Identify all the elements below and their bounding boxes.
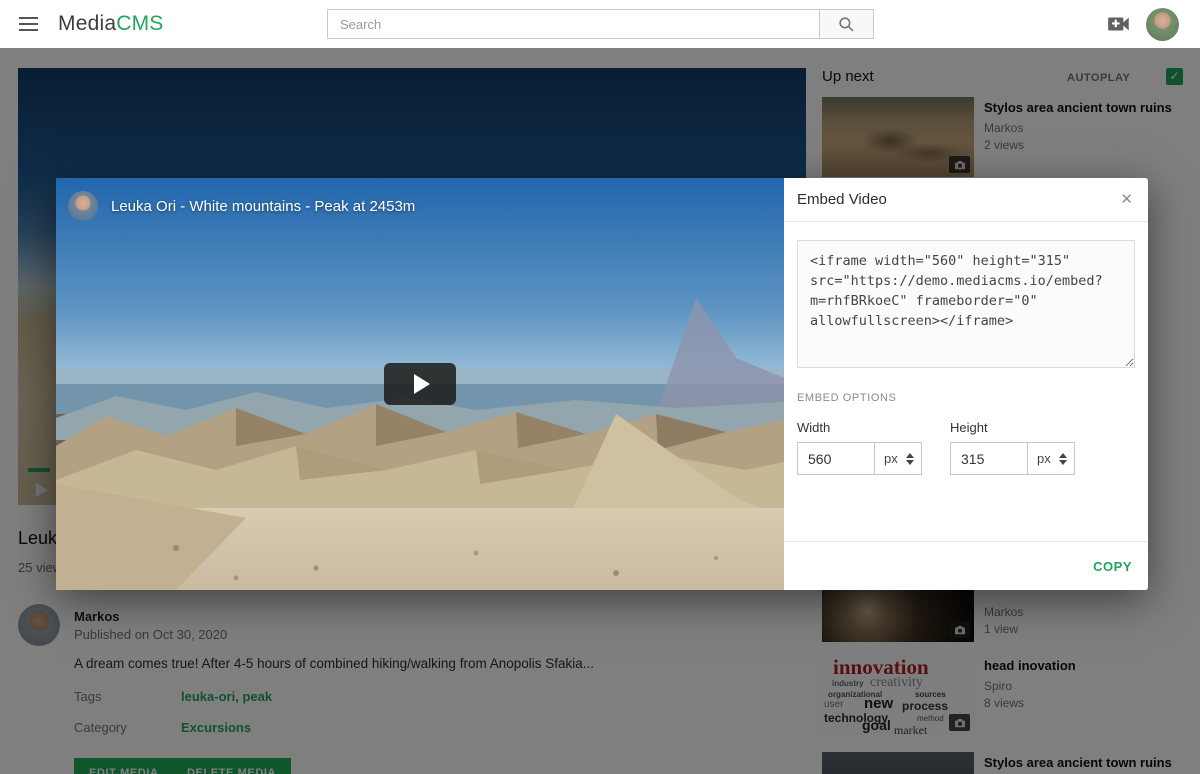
height-label: Height xyxy=(950,420,1075,435)
logo-text-cms: CMS xyxy=(116,12,163,35)
search-icon xyxy=(837,15,856,34)
height-unit-select[interactable]: px xyxy=(1027,442,1075,475)
embed-code-textarea[interactable]: <iframe width="560" height="315" src="ht… xyxy=(797,240,1135,368)
modal-footer: COPY xyxy=(784,541,1148,590)
close-icon[interactable]: ✕ xyxy=(1120,192,1133,207)
embed-options-label: EMBED OPTIONS xyxy=(797,392,1135,404)
play-icon xyxy=(414,374,430,394)
embed-video-preview[interactable]: Leuka Ori - White mountains - Peak at 24… xyxy=(56,178,784,590)
modal-body: <iframe width="560" height="315" src="ht… xyxy=(784,222,1148,541)
width-group: Width px xyxy=(797,420,922,475)
user-avatar[interactable] xyxy=(1146,8,1179,41)
unit-value: px xyxy=(884,451,898,466)
embed-video-modal: Embed Video ✕ <iframe width="560" height… xyxy=(784,178,1148,590)
height-group: Height px xyxy=(950,420,1075,475)
hamburger-menu-icon[interactable] xyxy=(19,17,38,31)
modal-title: Embed Video xyxy=(797,191,887,208)
embed-popup: Leuka Ori - White mountains - Peak at 24… xyxy=(56,178,1148,590)
width-label: Width xyxy=(797,420,922,435)
height-input[interactable] xyxy=(950,442,1028,475)
video-add-icon xyxy=(1106,13,1132,35)
logo-text-media: Media xyxy=(58,12,116,35)
stepper-arrows-icon[interactable] xyxy=(1059,453,1067,465)
stepper-arrows-icon[interactable] xyxy=(906,453,914,465)
search-bar xyxy=(327,9,874,39)
play-button[interactable] xyxy=(384,363,456,405)
dimension-controls: Width px Height px xyxy=(797,420,1135,475)
preview-video-title[interactable]: Leuka Ori - White mountains - Peak at 24… xyxy=(111,198,415,215)
copy-button[interactable]: COPY xyxy=(1093,559,1132,574)
upload-media-button[interactable] xyxy=(1106,13,1132,35)
preview-title-bar: Leuka Ori - White mountains - Peak at 24… xyxy=(68,191,415,221)
width-input[interactable] xyxy=(797,442,875,475)
mediacms-logo[interactable]: MediaCMS xyxy=(58,12,163,36)
top-bar: MediaCMS xyxy=(0,0,1200,48)
channel-avatar[interactable] xyxy=(68,191,98,221)
search-input[interactable] xyxy=(327,9,820,39)
modal-header: Embed Video ✕ xyxy=(784,178,1148,222)
unit-value: px xyxy=(1037,451,1051,466)
width-unit-select[interactable]: px xyxy=(874,442,922,475)
search-button[interactable] xyxy=(820,9,874,39)
